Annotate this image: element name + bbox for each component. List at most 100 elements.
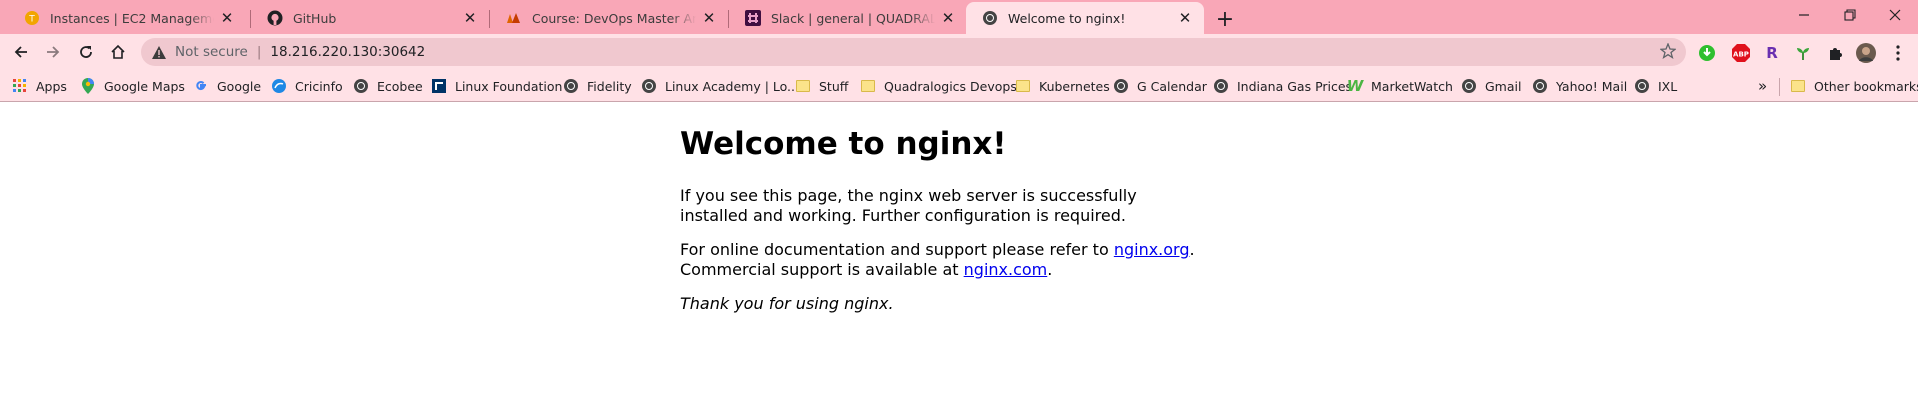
profile-avatar[interactable]	[1856, 43, 1876, 63]
address-bar[interactable]: Not secure | 18.216.220.130:30642	[141, 38, 1686, 66]
bookmark-label: Stuff	[819, 78, 849, 94]
bookmark-star-icon[interactable]	[1659, 42, 1678, 61]
green-extension-icon[interactable]	[1697, 43, 1717, 63]
security-label[interactable]: Not secure	[175, 44, 248, 60]
close-icon[interactable]: ✕	[700, 9, 718, 27]
svg-text:T: T	[28, 15, 35, 25]
tab-slack[interactable]: Slack | general | QUADRALOGICS ✕	[729, 2, 967, 34]
bookmark-gmail[interactable]: Gmail	[1461, 75, 1521, 97]
bookmarks-overflow-chevron-icon[interactable]: »	[1758, 77, 1767, 95]
tab-course[interactable]: Course: DevOps Master Architect ✕	[490, 2, 728, 34]
bookmark-google[interactable]: Google	[193, 75, 261, 97]
bookmarks-divider	[1779, 78, 1780, 96]
bookmark-apps[interactable]: Apps	[12, 75, 67, 97]
bookmark-label: IXL	[1658, 78, 1678, 94]
home-button[interactable]	[104, 38, 132, 66]
bookmark-label: Google Maps	[104, 78, 185, 94]
bookmark-ixl[interactable]: IXL	[1634, 75, 1677, 97]
bookmark-linux-foundation[interactable]: Linux Foundation	[431, 75, 562, 97]
google-maps-icon	[80, 78, 96, 94]
r-extension-icon[interactable]: R	[1762, 43, 1782, 63]
close-icon[interactable]: ✕	[939, 9, 957, 27]
bookmark-label: Indiana Gas Prices	[1237, 78, 1353, 94]
tab-strip: T Instances | EC2 Management Console ✕ G…	[0, 0, 1918, 34]
bookmark-marketwatch[interactable]: W MarketWatch	[1347, 75, 1453, 97]
slack-icon	[745, 10, 761, 26]
tab-title: Course: DevOps Master Architect	[532, 10, 696, 26]
back-button[interactable]	[7, 38, 35, 66]
intro-paragraph: If you see this page, the nginx web serv…	[680, 186, 1137, 225]
linux-foundation-icon	[431, 78, 447, 94]
bookmark-label: G Calendar	[1137, 78, 1207, 94]
bookmark-google-maps[interactable]: Google Maps	[80, 75, 185, 97]
tab-title: GitHub	[293, 10, 337, 26]
forward-button[interactable]	[39, 38, 67, 66]
globe-icon	[1213, 78, 1229, 94]
globe-icon	[1461, 78, 1477, 94]
tab-title: Slack | general | QUADRALOGICS	[771, 10, 935, 26]
aws-icon: T	[24, 10, 40, 26]
bookmark-folder-quadralogics[interactable]: Quadralogics Devops	[860, 75, 1017, 97]
bookmark-label: Apps	[36, 78, 67, 94]
bookmark-other-bookmarks[interactable]: Other bookmarks	[1790, 75, 1918, 97]
sprout-extension-icon[interactable]	[1793, 43, 1813, 63]
bookmarks-bar: Apps Google Maps Google Cricinfo Ecobee …	[0, 70, 1918, 102]
tab-github[interactable]: GitHub ✕	[251, 2, 489, 34]
url-text[interactable]: 18.216.220.130:30642	[270, 44, 425, 60]
close-icon[interactable]: ✕	[461, 9, 479, 27]
globe-icon	[641, 78, 657, 94]
tab-nginx[interactable]: Welcome to nginx! ✕	[966, 2, 1204, 34]
svg-text:ABP: ABP	[1733, 51, 1749, 59]
apps-grid-icon	[12, 78, 28, 94]
tab-ec2[interactable]: T Instances | EC2 Management Console ✕	[8, 2, 246, 34]
bookmark-label: Kubernetes	[1039, 78, 1110, 94]
nginx-org-link[interactable]: nginx.org	[1114, 240, 1190, 259]
bookmark-cricinfo[interactable]: Cricinfo	[271, 75, 343, 97]
globe-icon	[982, 10, 998, 26]
bookmark-yahoo-mail[interactable]: Yahoo! Mail	[1532, 75, 1627, 97]
bookmark-folder-stuff[interactable]: Stuff	[795, 75, 848, 97]
globe-icon	[353, 78, 369, 94]
globe-icon	[1532, 78, 1548, 94]
page-content: Welcome to nginx! If you see this page, …	[680, 124, 1200, 329]
reload-button[interactable]	[72, 38, 100, 66]
github-icon	[267, 10, 283, 26]
bookmark-g-calendar[interactable]: G Calendar	[1113, 75, 1207, 97]
course-icon	[506, 10, 522, 26]
minimize-button[interactable]	[1781, 0, 1827, 30]
extensions-puzzle-icon[interactable]	[1825, 43, 1845, 63]
support-text: For online documentation and support ple…	[680, 240, 1114, 259]
bookmark-label: Google	[217, 78, 262, 94]
bookmark-folder-kubernetes[interactable]: Kubernetes	[1015, 75, 1110, 97]
bookmark-fidelity[interactable]: Fidelity	[563, 75, 632, 97]
bookmark-linux-academy[interactable]: Linux Academy | Lo...	[641, 75, 799, 97]
nginx-com-link[interactable]: nginx.com	[964, 260, 1048, 279]
bookmark-label: Fidelity	[587, 78, 632, 94]
warning-icon[interactable]	[151, 44, 167, 60]
bookmark-label: Linux Foundation	[455, 78, 563, 94]
folder-icon	[1790, 78, 1806, 94]
tab-title: Welcome to nginx!	[1008, 10, 1126, 26]
menu-kebab-icon[interactable]	[1888, 43, 1908, 63]
bookmark-indiana-gas-prices[interactable]: Indiana Gas Prices	[1213, 75, 1352, 97]
new-tab-button[interactable]: +	[1212, 6, 1238, 32]
close-icon[interactable]: ✕	[1176, 9, 1194, 27]
folder-icon	[860, 78, 876, 94]
thanks-paragraph: Thank you for using nginx.	[680, 294, 1200, 314]
bookmark-ecobee[interactable]: Ecobee	[353, 75, 423, 97]
support-paragraph: For online documentation and support ple…	[680, 240, 1200, 279]
folder-icon	[795, 78, 811, 94]
restore-button[interactable]	[1827, 0, 1873, 30]
bookmark-label: Quadralogics Devops	[884, 78, 1017, 94]
browser-toolbar: Not secure | 18.216.220.130:30642 ABP R	[0, 34, 1918, 70]
close-window-button[interactable]	[1872, 0, 1918, 30]
globe-icon	[1634, 78, 1650, 94]
globe-icon	[563, 78, 579, 94]
close-icon[interactable]: ✕	[218, 9, 236, 27]
page-title: Welcome to nginx!	[680, 126, 1007, 162]
globe-icon	[1113, 78, 1129, 94]
bookmark-label: MarketWatch	[1371, 78, 1453, 94]
adblock-plus-icon[interactable]: ABP	[1731, 43, 1751, 63]
cricinfo-icon	[271, 78, 287, 94]
bookmark-label: Yahoo! Mail	[1556, 78, 1628, 94]
